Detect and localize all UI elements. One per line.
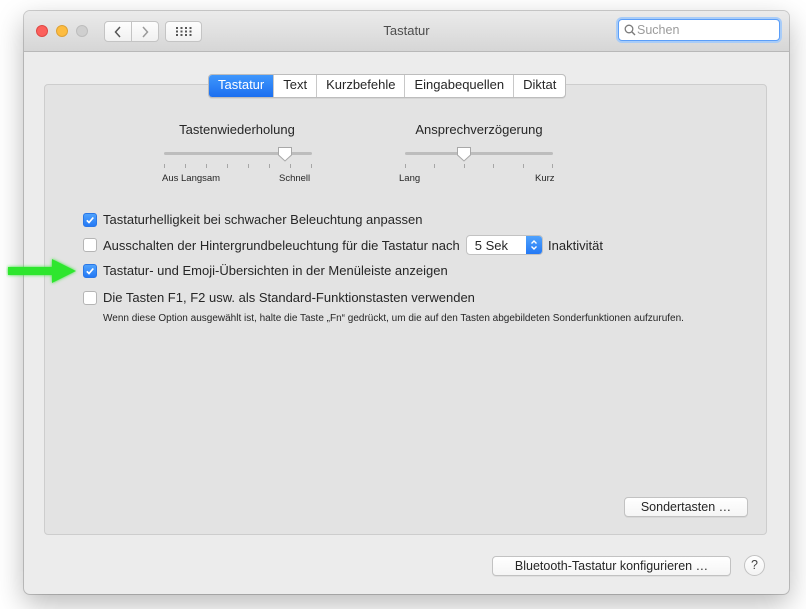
- tick: [523, 164, 524, 168]
- backlight-timeout-select[interactable]: 5 Sek: [465, 235, 544, 255]
- search-field[interactable]: [618, 19, 780, 41]
- checkmark-icon: [86, 267, 94, 275]
- tick: [206, 164, 207, 168]
- help-button[interactable]: ?: [744, 555, 765, 576]
- show-viewer-checkbox[interactable]: [83, 263, 97, 278]
- key-repeat-title: Tastenwiederholung: [179, 122, 295, 137]
- key-repeat-label-aus: Aus: [162, 173, 179, 184]
- delay-until-repeat-title: Ansprechverzögerung: [415, 122, 543, 137]
- delay-until-repeat-thumb[interactable]: [456, 146, 472, 162]
- tick: [290, 164, 291, 168]
- option-backlight-off[interactable]: Ausschalten der Hintergrundbeleuchtung f…: [83, 235, 603, 255]
- checkmark-icon: [86, 216, 94, 224]
- bluetooth-keyboard-setup-button[interactable]: Bluetooth-Tastatur konfigurieren …: [492, 556, 731, 576]
- backlight-timeout-value: 5 Sek: [474, 237, 509, 253]
- adjust-brightness-label: Tastaturhelligkeit bei schwacher Beleuch…: [103, 212, 423, 227]
- function-keys-hint: Wenn diese Option ausgewählt ist, halte …: [103, 313, 684, 324]
- tab-kurzbefehle[interactable]: Kurzbefehle: [316, 75, 404, 97]
- delay-label-lang: Lang: [399, 173, 421, 184]
- green-arrow-annotation-icon: [8, 259, 76, 283]
- option-show-keyboard-emoji-viewer[interactable]: Tastatur- und Emoji-Übersichten in der M…: [83, 263, 448, 278]
- title-bar: Tastatur: [24, 11, 789, 52]
- backlight-off-suffix: Inaktivität: [548, 237, 603, 253]
- adjust-brightness-checkbox[interactable]: [83, 212, 97, 227]
- backlight-off-checkbox[interactable]: [83, 238, 97, 252]
- tick: [311, 164, 312, 168]
- preferences-window: Tastatur Tastatur Text Kurzbefehle Einga…: [24, 11, 789, 594]
- tab-eingabequellen[interactable]: Eingabequellen: [404, 75, 513, 97]
- tick: [164, 164, 165, 168]
- tick: [248, 164, 249, 168]
- tick: [493, 164, 494, 168]
- tick: [227, 164, 228, 168]
- tab-bar: Tastatur Text Kurzbefehle Eingabequellen…: [208, 74, 567, 98]
- option-function-keys[interactable]: Die Tasten F1, F2 usw. als Standard-Funk…: [83, 290, 475, 305]
- tick: [269, 164, 270, 168]
- key-repeat-thumb[interactable]: [277, 146, 293, 162]
- tick: [464, 164, 465, 168]
- function-keys-label: Die Tasten F1, F2 usw. als Standard-Funk…: [103, 290, 475, 305]
- show-viewer-label: Tastatur- und Emoji-Übersichten in der M…: [103, 263, 448, 278]
- tick: [405, 164, 406, 168]
- key-repeat-label-schnell: Schnell: [279, 173, 311, 184]
- option-adjust-brightness[interactable]: Tastaturhelligkeit bei schwacher Beleuch…: [83, 212, 422, 227]
- delay-label-kurz: Kurz: [535, 173, 555, 184]
- function-keys-checkbox[interactable]: [83, 290, 97, 305]
- tab-tastatur[interactable]: Tastatur: [209, 75, 274, 97]
- modifier-keys-button[interactable]: Sondertasten …: [624, 497, 748, 517]
- tab-text[interactable]: Text: [273, 75, 316, 97]
- stepper-arrows-icon: [526, 236, 543, 254]
- tick: [552, 164, 553, 168]
- tab-diktat[interactable]: Diktat: [513, 75, 565, 97]
- backlight-off-label: Ausschalten der Hintergrundbeleuchtung f…: [103, 237, 460, 253]
- search-input[interactable]: [637, 21, 775, 39]
- tick: [185, 164, 186, 168]
- delay-until-repeat-track[interactable]: [405, 152, 553, 155]
- search-icon: [624, 24, 636, 36]
- key-repeat-label-langsam: Langsam: [181, 173, 221, 184]
- tick: [434, 164, 435, 168]
